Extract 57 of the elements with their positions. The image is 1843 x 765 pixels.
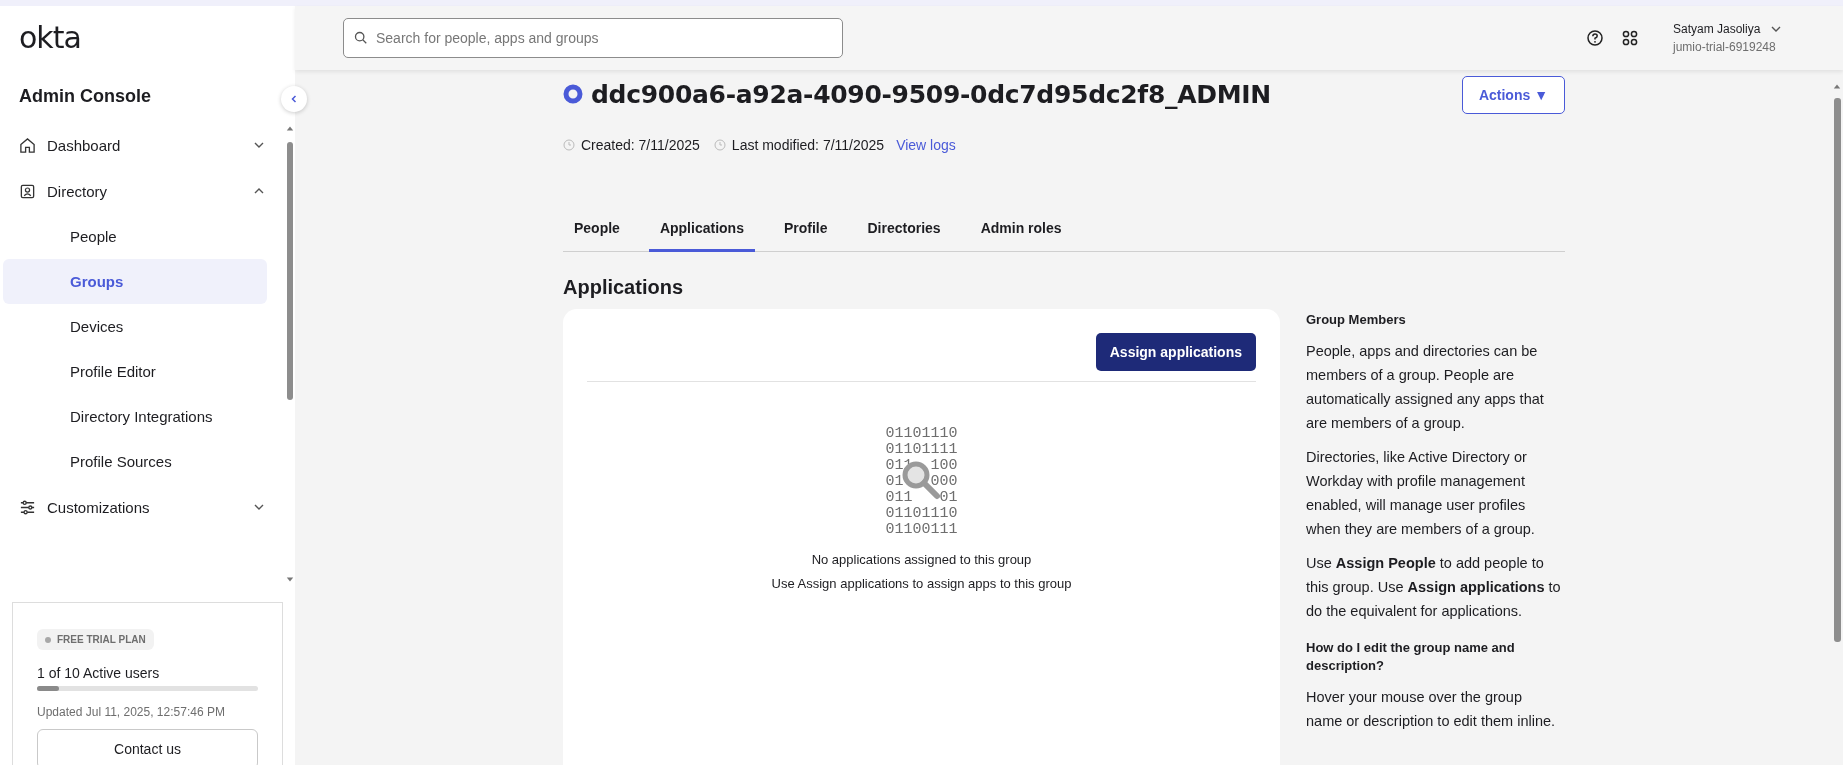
nav-subitem[interactable]: People <box>3 214 267 259</box>
nav-subitem[interactable]: Profile Sources <box>3 439 267 484</box>
binary-text: 011 01 <box>885 490 958 506</box>
nav-subitem[interactable]: Devices <box>3 304 267 349</box>
binary-text: 01100111 <box>885 522 958 538</box>
nav-subitem[interactable]: Groups <box>3 259 267 304</box>
binary-text: 01101110 <box>885 506 958 522</box>
modified-date: Last modified: 7/11/2025 <box>731 137 885 153</box>
home-icon <box>19 136 36 154</box>
clock-icon <box>713 139 726 151</box>
chevron-left-icon <box>289 94 299 104</box>
contact-card-icon <box>19 182 36 200</box>
actions-button[interactable]: Actions ▼ <box>1461 76 1565 114</box>
help-paragraph: Directories, like Active Directory or Workday with profile management enabled, will manage user profiles when they are members of a group. <box>1306 448 1536 539</box>
nav-item[interactable]: Dashboard <box>0 122 285 168</box>
binary-text: 01101110 <box>885 426 958 442</box>
search-icon <box>354 31 368 45</box>
apps-grid-icon[interactable] <box>1621 29 1639 47</box>
tab[interactable]: Directories <box>856 209 952 252</box>
scroll-up-icon[interactable] <box>285 124 295 132</box>
help-heading: How do I edit the group name and description? <box>1306 639 1516 675</box>
contact-button[interactable]: Contact us <box>37 729 258 765</box>
user-name[interactable]: Satyam Jasoliya <box>1673 22 1761 36</box>
binary-text: 01101111 <box>885 442 958 458</box>
updated-text: Updated Jul 11, 2025, 12:57:46 PM <box>37 705 226 719</box>
nav-subitem[interactable]: Profile Editor <box>3 349 267 394</box>
help-paragraph: Hover your mouse over the group name or description to edit them inline. <box>1306 688 1557 731</box>
tab[interactable]: People <box>563 209 631 252</box>
nav-item[interactable]: Customizations <box>0 484 285 530</box>
tab[interactable]: Applications <box>648 209 755 252</box>
help-icon[interactable] <box>1586 29 1604 47</box>
scroll-down-icon[interactable] <box>285 576 295 584</box>
view-logs-link[interactable]: View logs <box>896 137 956 153</box>
plan-badge: FREE TRIAL PLAN <box>37 629 154 650</box>
scroll-up-icon[interactable] <box>1832 82 1842 90</box>
help-paragraph: Use Assign People to add people to this group. Use Assign applications to do the equivalent for applications. <box>1306 554 1561 621</box>
search-field[interactable]: Search for people, apps and groups <box>343 18 843 58</box>
help-paragraph: People, apps and directories can be members of a group. People are automatically assigned any apps that are members of a group. <box>1306 342 1545 433</box>
section-title: Applications <box>563 276 684 299</box>
created-date: Created: 7/11/2025 <box>581 137 700 153</box>
org-name: jumio-trial-6919248 <box>1673 40 1777 54</box>
active-users-label: 1 of 10 Active users <box>37 665 161 681</box>
tab[interactable]: Admin roles <box>969 209 1073 252</box>
assign-applications-button[interactable]: Assign applications <box>1095 333 1256 371</box>
empty-title: No applications assigned to this group <box>811 552 1032 567</box>
nav-item[interactable]: Directory <box>0 168 285 214</box>
group-name: ddc900a6-a92a-4090-9509-0dc7d95dc2f8_ADMIN <box>591 80 1271 109</box>
help-heading: Group Members <box>1306 311 1407 329</box>
console-title: Admin Console <box>19 86 151 108</box>
nav-subitem[interactable]: Directory Integrations <box>3 394 267 439</box>
status-icon <box>563 84 583 104</box>
clock-icon <box>563 139 575 151</box>
tab[interactable]: Profile <box>772 209 839 252</box>
sliders-icon <box>19 498 36 516</box>
binary-text: 01 000 <box>885 474 958 490</box>
empty-hint: Use Assign applications to assign apps to this group <box>771 576 1072 591</box>
logo: okta <box>19 20 81 57</box>
